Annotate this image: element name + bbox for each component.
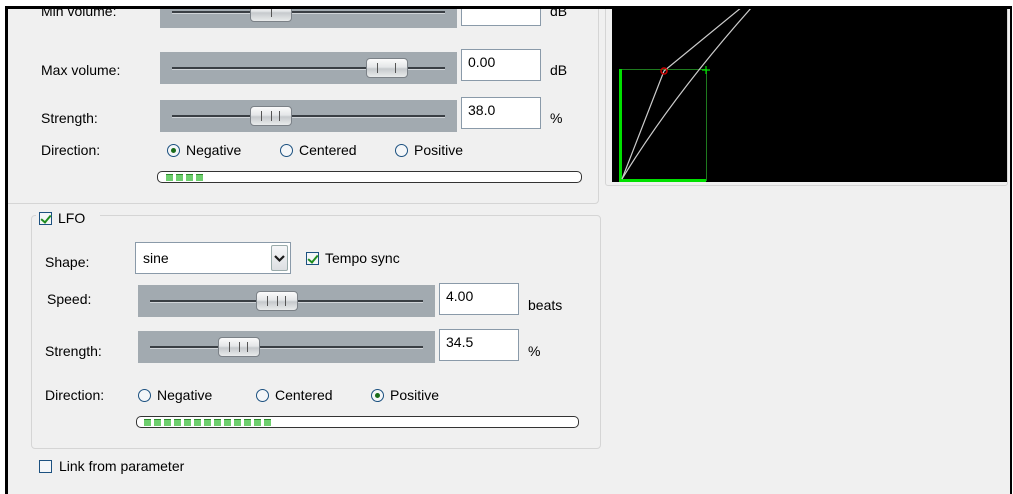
- strength-field[interactable]: 38.0: [461, 97, 541, 129]
- chevron-down-icon: [274, 255, 285, 263]
- tempo-sync-checkbox[interactable]: [306, 252, 319, 265]
- lfo-strength-field[interactable]: 34.5: [439, 329, 519, 361]
- lfo-meter: [136, 416, 579, 428]
- speed-slider[interactable]: [138, 285, 435, 317]
- parameter-modulation-dialog: Min volume: dB Max volume: 0.00 dB Stren…: [5, 6, 1012, 494]
- lfo-direction-label: Direction:: [45, 387, 105, 403]
- min-volume-field[interactable]: [461, 9, 541, 26]
- lfo-label[interactable]: LFO: [58, 210, 85, 226]
- lfo-direction-negative-radio[interactable]: [138, 389, 151, 402]
- shape-select[interactable]: sine: [135, 242, 291, 274]
- speed-unit: beats: [528, 297, 563, 313]
- shape-value: sine: [143, 250, 169, 266]
- lfo-strength-unit: %: [528, 343, 541, 359]
- strength-slider[interactable]: [160, 100, 457, 132]
- direction-centered-label[interactable]: Centered: [299, 142, 357, 158]
- lfo-direction-positive-radio[interactable]: [371, 389, 384, 402]
- direction-positive-label[interactable]: Positive: [414, 142, 463, 158]
- max-volume-slider[interactable]: [160, 52, 457, 84]
- envelope-meter: [157, 171, 582, 183]
- min-volume-unit: dB: [550, 6, 568, 19]
- strength-unit: %: [550, 110, 563, 126]
- direction-centered-radio[interactable]: [280, 144, 293, 157]
- lfo-direction-centered-radio[interactable]: [256, 389, 269, 402]
- link-from-parameter-label[interactable]: Link from parameter: [59, 458, 184, 474]
- lfo-checkbox[interactable]: [39, 212, 52, 225]
- speed-field[interactable]: 4.00: [439, 283, 519, 315]
- lfo-direction-negative-label[interactable]: Negative: [157, 387, 212, 403]
- max-volume-field[interactable]: 0.00: [461, 49, 541, 81]
- direction-negative-label[interactable]: Negative: [186, 142, 241, 158]
- envelope-group: Min volume: dB Max volume: 0.00 dB Stren…: [8, 6, 599, 204]
- lfo-strength-label: Strength:: [45, 343, 102, 359]
- direction-positive-radio[interactable]: [395, 144, 408, 157]
- shape-label: Shape:: [45, 254, 90, 270]
- direction-label: Direction:: [41, 142, 101, 158]
- direction-negative-radio[interactable]: [167, 144, 180, 157]
- curve-graph-frame: [605, 9, 1008, 186]
- lfo-direction-positive-label[interactable]: Positive: [390, 387, 439, 403]
- link-from-parameter-checkbox[interactable]: [39, 460, 52, 473]
- min-volume-slider[interactable]: [160, 9, 457, 28]
- tempo-sync-label[interactable]: Tempo sync: [325, 250, 400, 266]
- lfo-strength-slider[interactable]: [138, 331, 435, 363]
- max-volume-label: Max volume:: [41, 62, 121, 78]
- shape-dropdown-button[interactable]: [271, 245, 288, 271]
- strength-label: Strength:: [41, 110, 98, 126]
- min-volume-label: Min volume:: [41, 6, 117, 19]
- max-volume-unit: dB: [550, 62, 568, 78]
- curve-graph: [612, 9, 1007, 182]
- lfo-direction-centered-label[interactable]: Centered: [275, 387, 333, 403]
- speed-label: Speed:: [47, 291, 92, 307]
